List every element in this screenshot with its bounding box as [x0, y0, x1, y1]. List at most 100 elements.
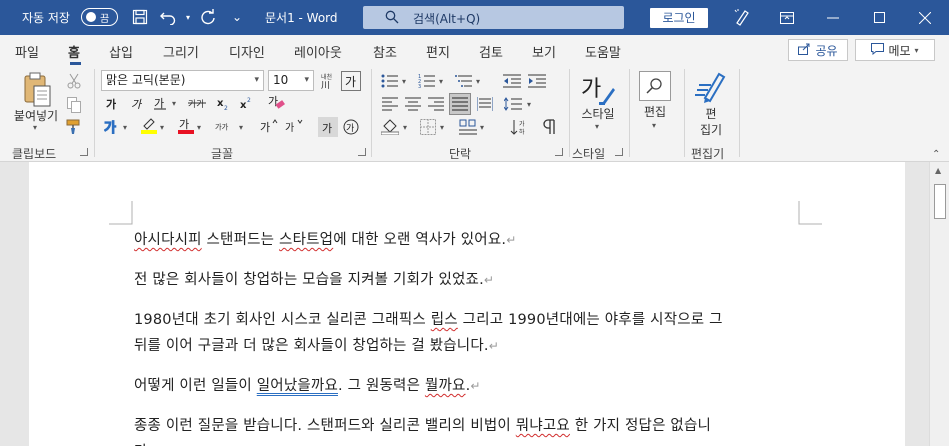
minimize-icon[interactable]: [810, 0, 856, 35]
bold-icon[interactable]: 가: [102, 93, 122, 113]
multilevel-dropdown-icon[interactable]: ▾: [476, 77, 480, 86]
line-spacing-dropdown-icon[interactable]: ▾: [527, 100, 531, 109]
undo-dropdown-icon[interactable]: ▾: [178, 7, 198, 27]
cut-icon[interactable]: [64, 71, 84, 91]
phonetic-guide-icon[interactable]: 내천 川: [318, 71, 338, 91]
enclose-characters-icon[interactable]: 가: [341, 117, 361, 137]
save-icon[interactable]: [130, 7, 150, 27]
highlight-color-icon[interactable]: [139, 115, 159, 135]
numbering-icon[interactable]: 123: [417, 71, 437, 91]
customize-toolbar-icon[interactable]: ⌄: [227, 7, 247, 27]
borders-dropdown-icon[interactable]: ▾: [440, 123, 444, 132]
tab-design[interactable]: 디자인: [229, 42, 265, 61]
asian-layout-dropdown-icon[interactable]: ▾: [480, 123, 484, 132]
underline-icon[interactable]: 가: [150, 93, 170, 113]
increase-indent-icon[interactable]: [527, 71, 547, 91]
share-button[interactable]: 공유: [788, 39, 848, 61]
document-line[interactable]: 어떻게 이런 일들이 일어났을까요. 그 원동력은 뭘까요.↵: [134, 374, 481, 395]
borders-icon[interactable]: [418, 117, 438, 137]
styles-gallery-icon[interactable]: 가: [580, 71, 616, 107]
highlight-dropdown-icon[interactable]: ▾: [160, 123, 164, 132]
tab-layout[interactable]: 레이아웃: [294, 42, 342, 61]
editor-icon[interactable]: [693, 69, 729, 105]
tab-references[interactable]: 참조: [373, 42, 397, 61]
tab-help[interactable]: 도움말: [585, 42, 621, 61]
vertical-scrollbar[interactable]: ▲: [929, 162, 949, 446]
document-line[interactable]: 전 많은 회사들이 창업하는 모습을 지켜볼 기회가 있었죠.↵: [134, 268, 494, 289]
font-color-icon[interactable]: 가: [176, 115, 196, 135]
text-effects-icon[interactable]: 가: [102, 117, 122, 137]
find-icon[interactable]: [639, 71, 671, 101]
numbering-dropdown-icon[interactable]: ▾: [439, 77, 443, 86]
editing-dropdown-icon[interactable]: ▾: [652, 121, 656, 130]
character-border-icon[interactable]: 가: [341, 71, 361, 91]
clipboard-launcher-icon[interactable]: [80, 148, 88, 156]
sort-icon[interactable]: 가하: [509, 117, 529, 137]
undo-icon[interactable]: [158, 7, 178, 27]
paste-dropdown-icon[interactable]: ▾: [33, 123, 37, 132]
document-line[interactable]: 1980년대 초기 회사인 시스코 실리콘 그래픽스 립스 그리고 1990년대…: [134, 308, 723, 329]
autosave-toggle[interactable]: 끔: [81, 8, 118, 26]
comments-button[interactable]: 메모 ▾: [855, 39, 935, 61]
redo-icon[interactable]: [198, 7, 218, 27]
justify-icon[interactable]: [449, 93, 471, 115]
show-marks-icon[interactable]: [539, 117, 559, 137]
document-line[interactable]: 종종 이런 질문을 받습니다. 스탠퍼드와 실리콘 밸리의 비법이 뭐냐고요 한…: [134, 414, 711, 435]
document-line[interactable]: 뒤를 이어 구글과 더 많은 회사들이 창업하는 걸 봤습니다.↵: [134, 334, 499, 355]
change-case-icon[interactable]: 가가: [215, 116, 235, 136]
format-painter-icon[interactable]: [64, 117, 84, 137]
tab-mailings[interactable]: 편지: [426, 42, 450, 61]
align-right-icon[interactable]: [426, 94, 446, 114]
grow-font-icon[interactable]: 가: [259, 116, 279, 136]
font-launcher-icon[interactable]: [358, 148, 366, 156]
copy-icon[interactable]: [64, 95, 84, 115]
comments-dropdown-icon[interactable]: ▾: [915, 46, 919, 55]
bullets-dropdown-icon[interactable]: ▾: [402, 77, 406, 86]
distributed-icon[interactable]: [475, 94, 495, 114]
document-line[interactable]: 아시다시피 스탠퍼드는 스타트업에 대한 오랜 역사가 있어요.↵: [134, 228, 516, 249]
shrink-font-icon[interactable]: 가: [284, 116, 304, 136]
paste-icon[interactable]: [20, 71, 54, 109]
decrease-indent-icon[interactable]: [502, 71, 522, 91]
align-center-icon[interactable]: [403, 94, 423, 114]
align-left-icon[interactable]: [380, 94, 400, 114]
font-size-select[interactable]: 10 ▾: [268, 70, 314, 91]
underline-dropdown-icon[interactable]: ▾: [172, 99, 176, 108]
ribbon-display-options-icon[interactable]: [764, 0, 810, 35]
character-shading-icon[interactable]: 가: [318, 117, 338, 137]
tab-view[interactable]: 보기: [532, 42, 556, 61]
styles-launcher-icon[interactable]: [615, 148, 623, 156]
maximize-icon[interactable]: [856, 0, 902, 35]
tab-review[interactable]: 검토: [479, 42, 503, 61]
close-icon[interactable]: [902, 0, 948, 35]
tab-draw[interactable]: 그리기: [163, 42, 199, 61]
tab-file[interactable]: 파일: [15, 42, 39, 61]
asian-layout-icon[interactable]: [458, 117, 478, 137]
paragraph-launcher-icon[interactable]: [555, 148, 563, 156]
font-name-select[interactable]: 맑은 고딕(본문) ▾: [101, 70, 264, 91]
text-effects-dropdown-icon[interactable]: ▾: [123, 123, 127, 132]
change-case-dropdown-icon[interactable]: ▾: [239, 123, 243, 132]
document-line[interactable]: 다.: [134, 440, 152, 446]
font-color-dropdown-icon[interactable]: ▾: [197, 123, 201, 132]
shading-dropdown-icon[interactable]: ▾: [403, 123, 407, 132]
scroll-up-icon[interactable]: ▲: [935, 166, 941, 175]
login-button[interactable]: 로그인: [650, 8, 708, 28]
italic-icon[interactable]: 가: [127, 93, 147, 113]
styles-dropdown-icon[interactable]: ▾: [595, 122, 599, 131]
superscript-icon[interactable]: x2: [236, 93, 256, 113]
strikethrough-icon[interactable]: 가가: [187, 93, 207, 113]
bullets-icon[interactable]: [380, 71, 400, 91]
clear-formatting-icon[interactable]: 가: [266, 92, 286, 112]
subscript-icon[interactable]: x2: [213, 93, 233, 113]
tab-insert[interactable]: 삽입: [109, 42, 133, 61]
shading-icon[interactable]: [380, 117, 400, 137]
search-input[interactable]: 검색(Alt+Q): [363, 6, 624, 29]
collapse-ribbon-icon[interactable]: ⌃: [932, 149, 940, 160]
document-page[interactable]: 아시다시피 스탠퍼드는 스타트업에 대한 오랜 역사가 있어요.↵ 전 많은 회사…: [29, 162, 905, 446]
multilevel-list-icon[interactable]: [454, 71, 474, 91]
line-spacing-icon[interactable]: [503, 94, 523, 114]
tab-home[interactable]: 홈: [68, 42, 80, 61]
designer-pen-icon[interactable]: [732, 7, 752, 27]
scroll-thumb[interactable]: [934, 184, 946, 219]
